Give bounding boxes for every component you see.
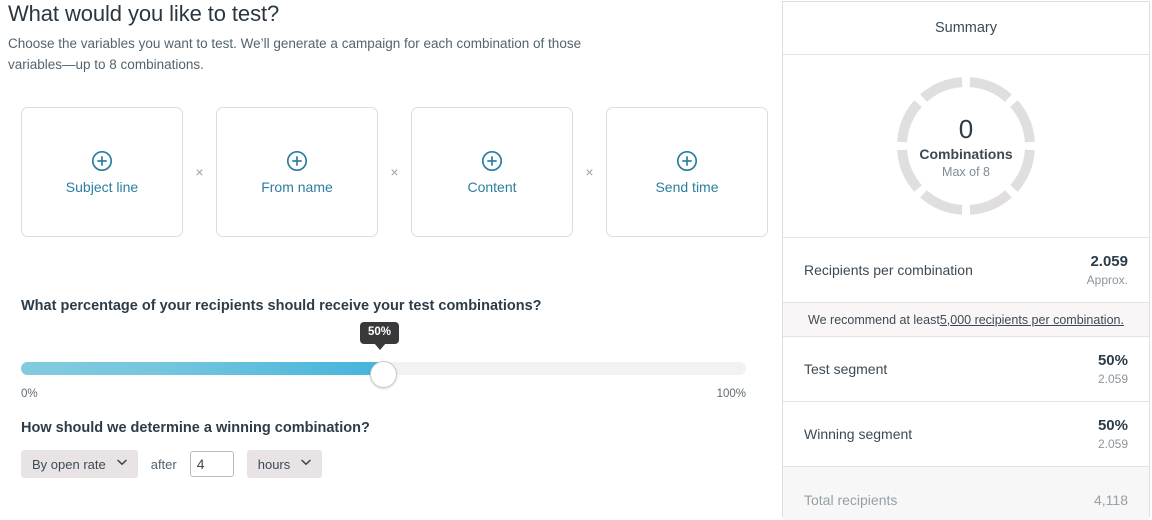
slider-value-tooltip: 50%	[360, 322, 400, 350]
donut-center-labels: 0 Combinations Max of 8	[892, 72, 1040, 220]
variable-card-label: Content	[467, 178, 517, 195]
combinations-caption: Combinations	[919, 145, 1013, 162]
chevron-down-icon	[301, 459, 312, 469]
summary-row-recipients-per-combination: Recipients per combination 2.059 Approx.	[783, 238, 1149, 303]
plus-circle-icon	[676, 150, 698, 172]
summary-row-subvalue: Approx.	[1086, 272, 1128, 287]
combinations-donut-chart: 0 Combinations Max of 8	[892, 72, 1040, 220]
summary-row-value: 2.059	[1090, 252, 1128, 270]
page-subtitle: Choose the variables you want to test. W…	[8, 36, 582, 72]
summary-row-winning-segment: Winning segment 50% 2.059	[783, 402, 1149, 467]
variable-card-from-name[interactable]: From name	[216, 107, 378, 237]
summary-row-subvalue: 2.059	[1097, 371, 1128, 386]
page-title: What would you like to test?	[8, 1, 280, 26]
recommendation-prefix: We recommend at least	[808, 312, 940, 327]
winner-question: How should we determine a winning combin…	[21, 420, 370, 436]
summary-row-total-recipients: Total recipients 4,118	[783, 467, 1149, 520]
percentage-slider[interactable]: 50% 0% 100%	[21, 322, 746, 410]
plus-circle-icon	[481, 150, 503, 172]
combinations-count: 0	[958, 113, 974, 144]
winning-metric-value: By open rate	[32, 456, 106, 472]
summary-row-test-segment: Test segment 50% 2.059	[783, 337, 1149, 402]
combinations-max: Max of 8	[942, 164, 990, 179]
multiply-separator-3: ×	[585, 164, 594, 180]
test-setup-panel: What would you like to test? Choose the …	[0, 0, 782, 520]
multiply-separator-1: ×	[195, 164, 204, 180]
variable-card-send-time[interactable]: Send time	[606, 107, 768, 237]
summary-row-values: 4,118	[1094, 491, 1128, 509]
summary-row-subvalue: 2.059	[1097, 436, 1128, 451]
summary-row-value: 4,118	[1094, 491, 1128, 508]
summary-row-values: 2.059 Approx.	[1087, 253, 1128, 288]
percentage-question: What percentage of your recipients shoul…	[21, 298, 542, 314]
summary-row-value: 50%	[1097, 416, 1128, 434]
summary-title: Summary	[783, 2, 1149, 55]
summary-row-label: Test segment	[804, 361, 888, 377]
summary-row-label: Winning segment	[804, 426, 913, 442]
variable-card-label: From name	[261, 178, 333, 195]
summary-row-value: 50%	[1097, 351, 1128, 369]
chevron-down-icon	[116, 459, 127, 469]
duration-unit-value: hours	[257, 456, 291, 472]
summary-row-values: 50% 2.059	[1098, 417, 1128, 452]
variable-card-label: Send time	[655, 178, 719, 195]
slider-min-label: 0%	[21, 388, 38, 400]
slider-thumb[interactable]	[369, 361, 397, 388]
plus-circle-icon	[91, 150, 113, 172]
recommendation-underlined: 5,000 recipients per combination.	[939, 312, 1124, 327]
variable-card-label: Subject line	[65, 178, 139, 195]
winner-controls: By open rate after hours	[21, 450, 323, 478]
duration-unit-select[interactable]: hours	[246, 450, 323, 478]
plus-circle-icon	[286, 150, 308, 172]
variable-card-content[interactable]: Content	[411, 107, 573, 237]
combinations-donut-area: 0 Combinations Max of 8	[783, 55, 1149, 238]
slider-track-fill	[21, 362, 384, 375]
variable-card-subject-line[interactable]: Subject line	[21, 107, 183, 237]
after-label: after	[150, 456, 177, 472]
multiply-separator-2: ×	[390, 164, 399, 180]
summary-row-label: Recipients per combination	[804, 262, 973, 278]
variable-cards-row: Subject line × From name × Content × Sen…	[21, 107, 768, 237]
slider-max-label: 100%	[716, 388, 746, 400]
summary-panel: Summary 0 Combinations Max of 8 Recipien…	[782, 1, 1150, 520]
winning-metric-select[interactable]: By open rate	[21, 450, 138, 478]
recommendation-banner: We recommend at least 5,000 recipients p…	[783, 303, 1149, 337]
ab-test-setup-page: What would you like to test? Choose the …	[0, 0, 1152, 520]
duration-input[interactable]	[189, 451, 234, 477]
summary-row-label: Total recipients	[804, 491, 898, 508]
summary-row-values: 50% 2.059	[1098, 352, 1128, 387]
